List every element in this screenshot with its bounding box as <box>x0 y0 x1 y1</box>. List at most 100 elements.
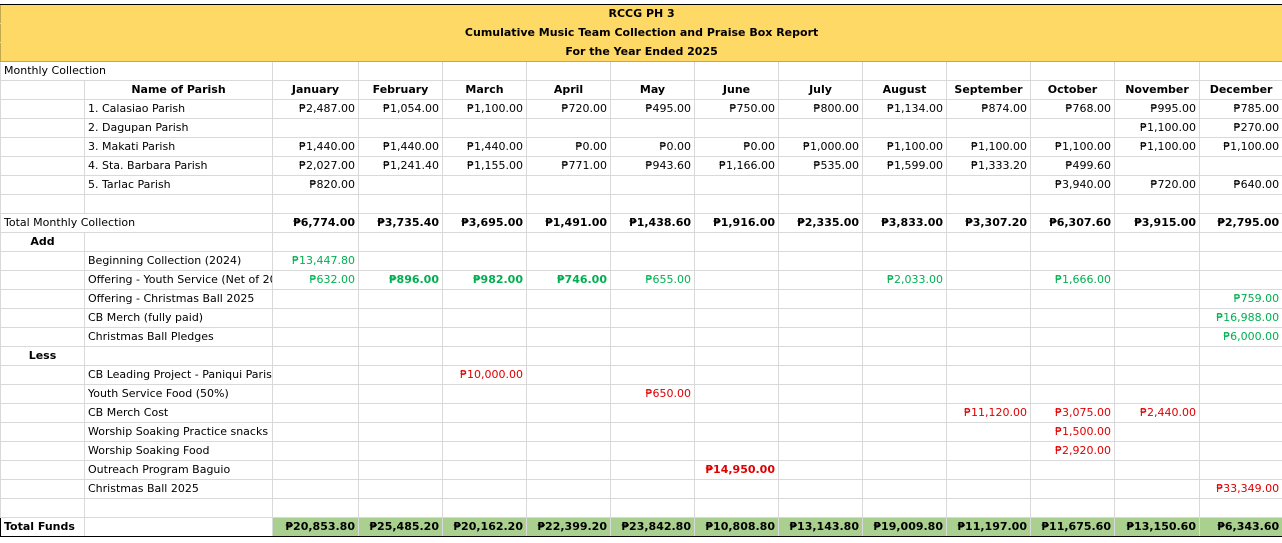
less-value[interactable] <box>272 384 359 404</box>
value-cell[interactable]: ₱720.00 <box>526 99 611 119</box>
parish-name[interactable]: 4. Sta. Barbara Parish <box>84 156 273 176</box>
less-value[interactable] <box>610 422 695 442</box>
empty-cell[interactable] <box>272 232 359 252</box>
value-cell[interactable]: ₱820.00 <box>272 175 359 195</box>
less-item-name[interactable]: Worship Soaking Food <box>84 441 273 461</box>
empty-cell[interactable] <box>1030 498 1115 518</box>
value-cell[interactable] <box>694 175 779 195</box>
add-value[interactable] <box>442 251 527 271</box>
empty-cell[interactable] <box>0 156 85 176</box>
less-value[interactable] <box>862 422 947 442</box>
less-value[interactable] <box>862 365 947 385</box>
add-value[interactable] <box>272 289 359 309</box>
value-cell[interactable]: ₱1,134.00 <box>862 99 947 119</box>
name-header[interactable]: Name of Parish <box>84 80 273 100</box>
add-value[interactable] <box>1114 327 1200 347</box>
month-header[interactable]: July <box>778 80 863 100</box>
total-funds-label[interactable]: Total Funds <box>0 517 85 537</box>
empty-cell[interactable] <box>610 194 695 214</box>
less-value[interactable] <box>272 365 359 385</box>
add-value[interactable] <box>358 251 443 271</box>
add-value[interactable]: ₱896.00 <box>358 270 443 290</box>
empty-cell[interactable] <box>862 346 947 366</box>
total-funds-value[interactable]: ₱13,150.60 <box>1114 517 1200 537</box>
add-value[interactable] <box>1114 251 1200 271</box>
value-cell[interactable] <box>1198 156 1282 176</box>
less-value[interactable]: ₱2,440.00 <box>1114 403 1200 423</box>
empty-cell[interactable] <box>272 498 359 518</box>
report-period[interactable]: For the Year Ended 2025 <box>0 42 1282 62</box>
less-value[interactable] <box>694 422 779 442</box>
add-item-name[interactable]: Offering - Christmas Ball 2025 <box>84 289 273 309</box>
less-value[interactable] <box>778 403 863 423</box>
add-value[interactable] <box>1030 308 1115 328</box>
month-header[interactable]: April <box>526 80 611 100</box>
total-value[interactable]: ₱3,735.40 <box>358 213 443 233</box>
add-value[interactable]: ₱6,000.00 <box>1198 327 1282 347</box>
less-value[interactable] <box>442 384 527 404</box>
add-value[interactable] <box>1198 270 1282 290</box>
empty-cell[interactable] <box>0 384 85 404</box>
empty-cell[interactable] <box>862 498 947 518</box>
value-cell[interactable]: ₱1,100.00 <box>1198 137 1282 157</box>
empty-cell[interactable] <box>0 289 85 309</box>
value-cell[interactable]: ₱0.00 <box>694 137 779 157</box>
parish-name[interactable]: 1. Calasiao Parish <box>84 99 273 119</box>
empty-cell[interactable] <box>84 517 273 537</box>
total-funds-value[interactable]: ₱20,162.20 <box>442 517 527 537</box>
less-value[interactable] <box>694 384 779 404</box>
empty-cell[interactable] <box>610 61 695 81</box>
empty-cell[interactable] <box>526 232 611 252</box>
add-value[interactable] <box>778 270 863 290</box>
less-value[interactable] <box>1030 384 1115 404</box>
add-value[interactable] <box>694 327 779 347</box>
empty-cell[interactable] <box>84 346 273 366</box>
less-value[interactable] <box>862 441 947 461</box>
add-value[interactable] <box>946 308 1031 328</box>
add-value[interactable] <box>610 308 695 328</box>
add-value[interactable] <box>1114 270 1200 290</box>
empty-cell[interactable] <box>1030 346 1115 366</box>
less-value[interactable] <box>526 384 611 404</box>
add-value[interactable] <box>526 289 611 309</box>
empty-cell[interactable] <box>862 61 947 81</box>
value-cell[interactable]: ₱1,100.00 <box>1114 137 1200 157</box>
less-value[interactable] <box>1198 460 1282 480</box>
less-value[interactable] <box>946 365 1031 385</box>
less-value[interactable] <box>358 403 443 423</box>
add-value[interactable]: ₱759.00 <box>1198 289 1282 309</box>
empty-cell[interactable] <box>0 118 85 138</box>
add-value[interactable] <box>610 289 695 309</box>
value-cell[interactable] <box>862 118 947 138</box>
add-value[interactable]: ₱982.00 <box>442 270 527 290</box>
less-value[interactable] <box>272 460 359 480</box>
less-value[interactable]: ₱1,500.00 <box>1030 422 1115 442</box>
less-value[interactable] <box>946 460 1031 480</box>
add-value[interactable]: ₱13,447.80 <box>272 251 359 271</box>
total-funds-value[interactable]: ₱22,399.20 <box>526 517 611 537</box>
empty-cell[interactable] <box>272 61 359 81</box>
less-value[interactable] <box>610 460 695 480</box>
add-value[interactable] <box>526 251 611 271</box>
less-value[interactable] <box>1198 384 1282 404</box>
total-value[interactable]: ₱6,307.60 <box>1030 213 1115 233</box>
value-cell[interactable]: ₱1,599.00 <box>862 156 947 176</box>
parish-name[interactable]: 3. Makati Parish <box>84 137 273 157</box>
add-value[interactable] <box>946 270 1031 290</box>
total-value[interactable]: ₱3,307.20 <box>946 213 1031 233</box>
empty-cell[interactable] <box>778 194 863 214</box>
value-cell[interactable]: ₱1,000.00 <box>778 137 863 157</box>
less-value[interactable] <box>862 460 947 480</box>
empty-cell[interactable] <box>358 498 443 518</box>
less-value[interactable] <box>526 460 611 480</box>
empty-cell[interactable] <box>526 346 611 366</box>
month-header[interactable]: March <box>442 80 527 100</box>
empty-cell[interactable] <box>84 194 273 214</box>
less-value[interactable] <box>526 365 611 385</box>
month-header[interactable]: February <box>358 80 443 100</box>
value-cell[interactable]: ₱535.00 <box>778 156 863 176</box>
empty-cell[interactable] <box>862 232 947 252</box>
less-value[interactable] <box>694 441 779 461</box>
value-cell[interactable]: ₱2,487.00 <box>272 99 359 119</box>
less-value[interactable] <box>694 365 779 385</box>
